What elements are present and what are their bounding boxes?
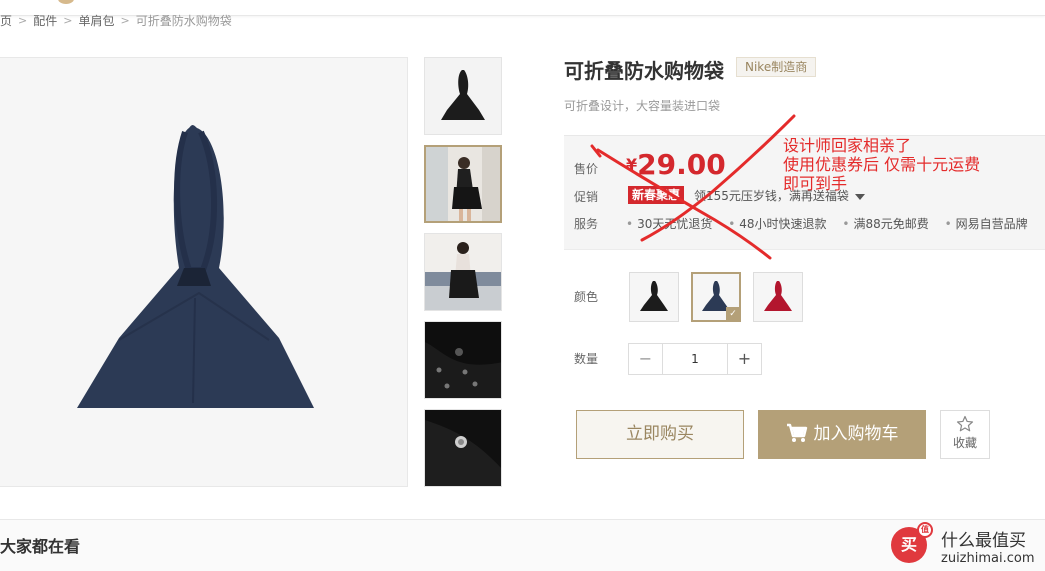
annotation-line: 即可到手	[783, 174, 848, 193]
model-photo-thumbnail-image	[426, 147, 500, 221]
price-value: ¥29.00	[626, 148, 726, 181]
black-bag-thumbnail-image	[441, 70, 485, 120]
quantity-input[interactable]: 1	[664, 344, 726, 374]
add-to-cart-label: 加入购物车	[813, 424, 899, 444]
red-bag-swatch-image	[764, 281, 792, 311]
annotation-line: 设计师回家相亲了	[783, 136, 912, 155]
thumbnail-4[interactable]	[424, 321, 502, 399]
watermark-badge-sup: 值	[917, 522, 933, 538]
product-title: 可折叠防水购物袋	[564, 59, 724, 83]
breadcrumb-home[interactable]: 页	[0, 12, 12, 29]
service-item: 48小时快速退款	[728, 217, 826, 231]
store-photo-thumbnail-image	[425, 234, 501, 310]
fabric-detail-thumbnail-image	[425, 322, 501, 398]
breadcrumb-shoulder-bag[interactable]: 单肩包	[78, 12, 114, 29]
favorite-button[interactable]: 收藏	[940, 410, 990, 459]
product-subtitle: 可折叠设计，大容量装进口袋	[564, 99, 721, 113]
black-bag-swatch-image	[640, 281, 668, 311]
watermark-url: zuizhimai.com	[941, 551, 1035, 566]
favorite-label: 收藏	[952, 436, 977, 450]
maker-tag[interactable]: Nike制造商	[736, 57, 817, 77]
site-watermark: 买 值 什么最值买 zuizhimai.com	[889, 521, 1045, 571]
quantity-label: 数量	[574, 352, 599, 366]
service-item: 满88元免邮费	[842, 217, 928, 231]
quantity-stepper: − 1 +	[628, 343, 762, 375]
cart-icon	[786, 423, 807, 442]
snap-button-thumbnail-image	[425, 410, 501, 486]
color-option-red[interactable]	[753, 272, 803, 322]
breadcrumb-accessories[interactable]: 配件	[33, 12, 57, 29]
service-list: 30天无忧退货 48小时快速退款 满88元免邮费 网易自营品牌	[626, 215, 1040, 232]
currency-symbol: ¥	[626, 155, 638, 174]
breadcrumb-separator: >	[120, 14, 130, 27]
price-number: 29.00	[637, 148, 726, 181]
check-icon: ✓	[726, 307, 739, 320]
color-label: 颜色	[574, 290, 599, 304]
thumbnail-3[interactable]	[424, 233, 502, 311]
promo-badge: 新春聚惠	[628, 186, 685, 204]
color-option-black[interactable]	[629, 272, 679, 322]
breadcrumb: 页 > 配件 > 单肩包 > 可折叠防水购物袋	[0, 12, 232, 28]
annotation-line: 使用优惠券后 仅需十元运费	[783, 155, 981, 174]
section-title: 大家都在看	[0, 537, 81, 556]
thumbnail-5[interactable]	[424, 409, 502, 487]
main-product-image[interactable]	[0, 57, 408, 487]
decrement-button[interactable]: −	[629, 344, 663, 374]
add-to-cart-button[interactable]: 加入购物车	[758, 410, 926, 459]
breadcrumb-separator: >	[18, 14, 28, 27]
breadcrumb-separator: >	[63, 14, 73, 27]
breadcrumb-current: 可折叠防水购物袋	[135, 14, 232, 28]
watermark-name: 什么最值买	[941, 531, 1026, 551]
chevron-down-icon	[854, 193, 865, 200]
promo-label: 促销	[574, 190, 599, 204]
thumbnail-2[interactable]	[424, 145, 502, 223]
service-item: 网易自营品牌	[945, 217, 1028, 231]
service-label: 服务	[574, 217, 599, 231]
increment-button[interactable]: +	[727, 344, 761, 374]
logo-icon	[58, 0, 74, 4]
service-item: 30天无忧退货	[626, 217, 712, 231]
price-label: 售价	[574, 162, 599, 176]
buy-now-button[interactable]: 立即购买	[576, 410, 744, 459]
annotation-text: 设计师回家相亲了 使用优惠券后 仅需十元运费 即可到手	[783, 136, 980, 193]
color-option-navy[interactable]: ✓	[691, 272, 741, 322]
navy-tote-bag-image	[77, 125, 314, 408]
star-icon	[956, 415, 974, 432]
thumbnail-1[interactable]	[424, 57, 502, 135]
